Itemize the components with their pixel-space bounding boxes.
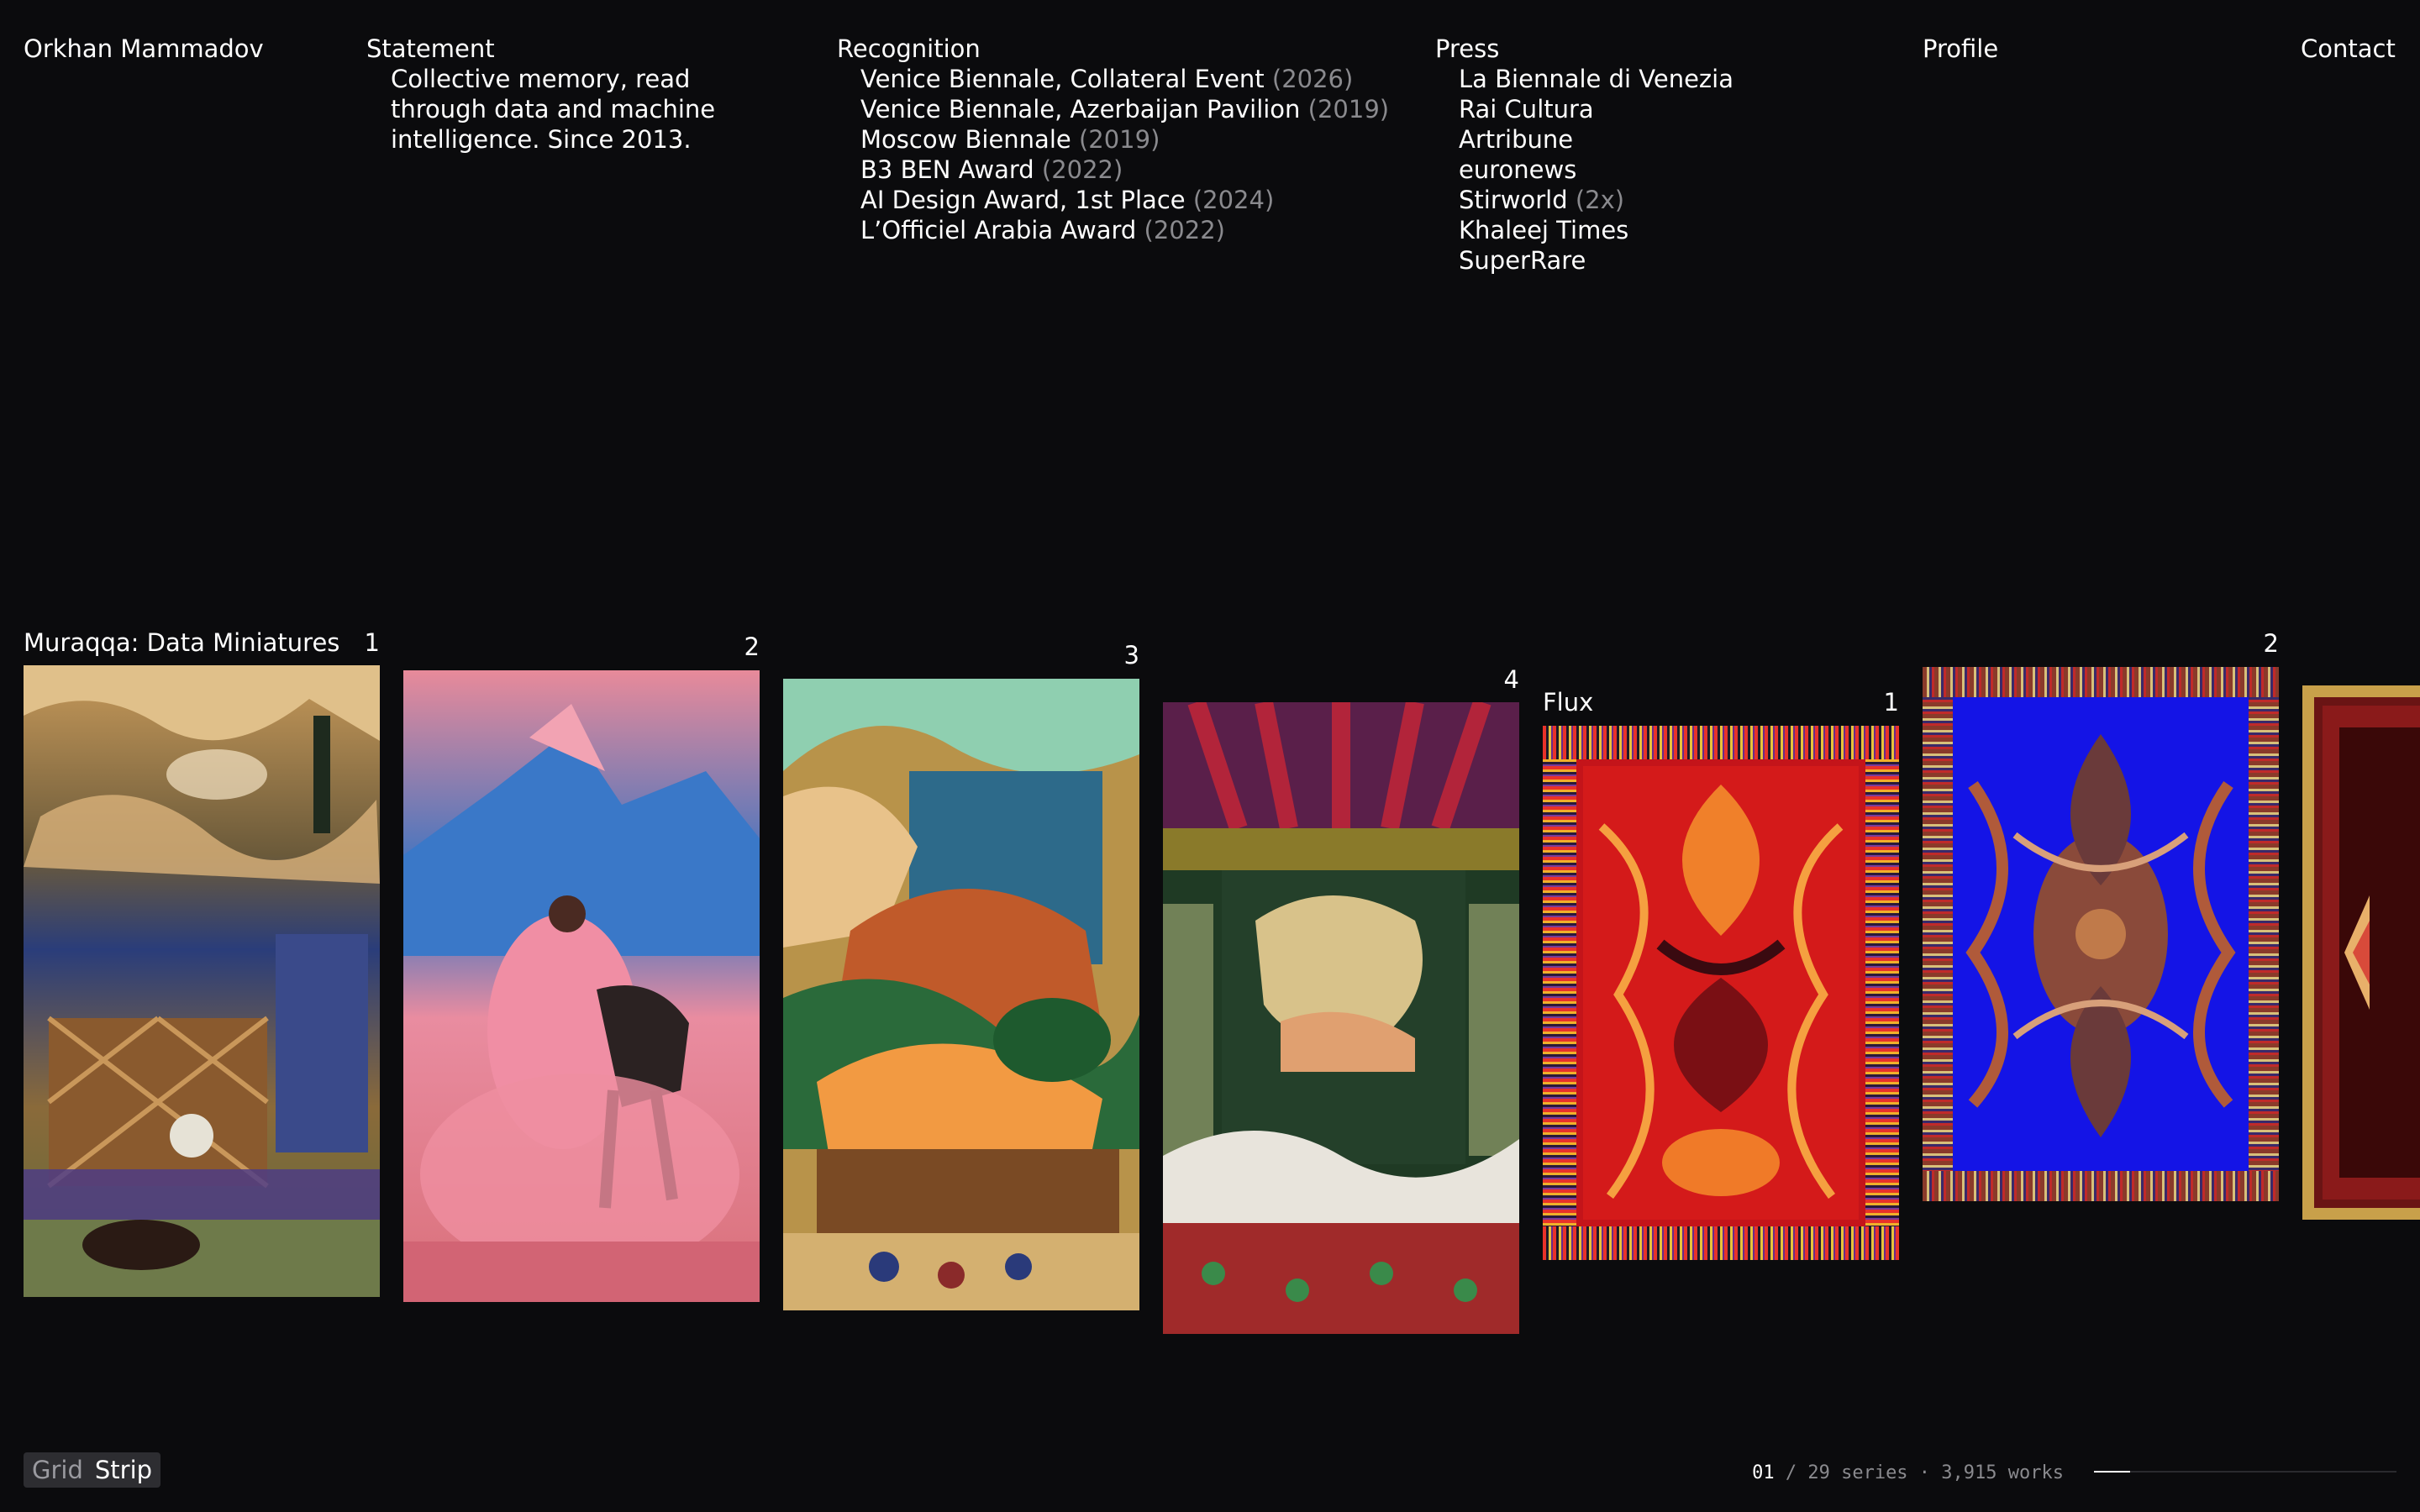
flux-artwork-2 bbox=[1923, 667, 2279, 1201]
miniature-artwork-2 bbox=[403, 670, 760, 1302]
miniature-artwork-4 bbox=[1163, 702, 1519, 1334]
work-number: 1 bbox=[364, 628, 380, 657]
scroll-progress-bar[interactable] bbox=[2094, 1471, 2396, 1473]
press-list: La Biennale di Venezia Rai Cultura Artri… bbox=[1459, 64, 1733, 276]
recognition-item: AI Design Award, 1st Place (2024) bbox=[860, 186, 1275, 214]
view-toggle: Grid Strip bbox=[24, 1452, 161, 1488]
recognition-item: B3 BEN Award (2022) bbox=[860, 155, 1123, 184]
flux-artwork-3-partial bbox=[2302, 685, 2420, 1220]
artwork-thumbnail[interactable] bbox=[1163, 702, 1519, 1334]
recognition-item: Venice Biennale, Azerbaijan Pavilion (20… bbox=[860, 95, 1390, 123]
press-item[interactable]: Stirworld (2x) bbox=[1459, 185, 1733, 215]
artwork-thumbnail[interactable] bbox=[1543, 726, 1899, 1260]
work-number: 2 bbox=[744, 633, 760, 661]
artwork-thumbnail[interactable] bbox=[2302, 685, 2420, 1220]
artist-name-link[interactable]: Orkhan Mammadov bbox=[24, 34, 264, 64]
recognition-list: Venice Biennale, Collateral Event (2026)… bbox=[860, 64, 1389, 245]
press-item[interactable]: Rai Cultura bbox=[1459, 94, 1733, 124]
artwork-thumbnail[interactable] bbox=[1923, 667, 2279, 1201]
grid-view-button[interactable]: Grid bbox=[32, 1455, 83, 1485]
strip-view-button[interactable]: Strip bbox=[95, 1455, 152, 1485]
series-counter: 01 / 29 series · 3,915 works bbox=[1752, 1458, 2064, 1488]
press-item[interactable]: euronews bbox=[1459, 155, 1733, 185]
contact-link[interactable]: Contact bbox=[2301, 34, 2396, 64]
miniature-artwork-3 bbox=[783, 679, 1139, 1310]
work-number: 3 bbox=[1123, 641, 1139, 669]
work-number: 2 bbox=[2263, 629, 2279, 658]
recognition-item: L’Officiel Arabia Award (2022) bbox=[860, 216, 1225, 244]
press-item[interactable]: La Biennale di Venezia bbox=[1459, 64, 1733, 94]
press-item[interactable]: Artribune bbox=[1459, 124, 1733, 155]
statement-heading[interactable]: Statement bbox=[366, 34, 495, 64]
statement-text: Collective memory, read through data and… bbox=[391, 65, 716, 154]
recognition-item: Venice Biennale, Collateral Event (2026) bbox=[860, 65, 1354, 93]
miniature-artwork-1 bbox=[24, 665, 380, 1297]
artwork-thumbnail[interactable] bbox=[24, 665, 380, 1297]
press-item[interactable]: SuperRare bbox=[1459, 245, 1733, 276]
current-series-number: 01 bbox=[1752, 1462, 1775, 1483]
series-title[interactable]: Flux bbox=[1543, 687, 1593, 717]
recognition-item: Moscow Biennale (2019) bbox=[860, 125, 1160, 154]
series-title[interactable]: Muraqqa: Data Miniatures bbox=[24, 627, 339, 658]
press-item[interactable]: Khaleej Times bbox=[1459, 215, 1733, 245]
work-number: 4 bbox=[1503, 665, 1519, 694]
artwork-thumbnail[interactable] bbox=[403, 670, 760, 1302]
work-number: 1 bbox=[1883, 688, 1899, 717]
profile-link[interactable]: Profile bbox=[1923, 34, 1998, 64]
press-heading[interactable]: Press bbox=[1435, 34, 1499, 64]
scroll-progress-fill bbox=[2094, 1471, 2131, 1473]
artwork-thumbnail[interactable] bbox=[783, 679, 1139, 1310]
recognition-heading[interactable]: Recognition bbox=[837, 34, 981, 64]
flux-artwork-1 bbox=[1543, 726, 1899, 1260]
series-total-text: / 29 series · 3,915 works bbox=[1785, 1462, 2064, 1483]
